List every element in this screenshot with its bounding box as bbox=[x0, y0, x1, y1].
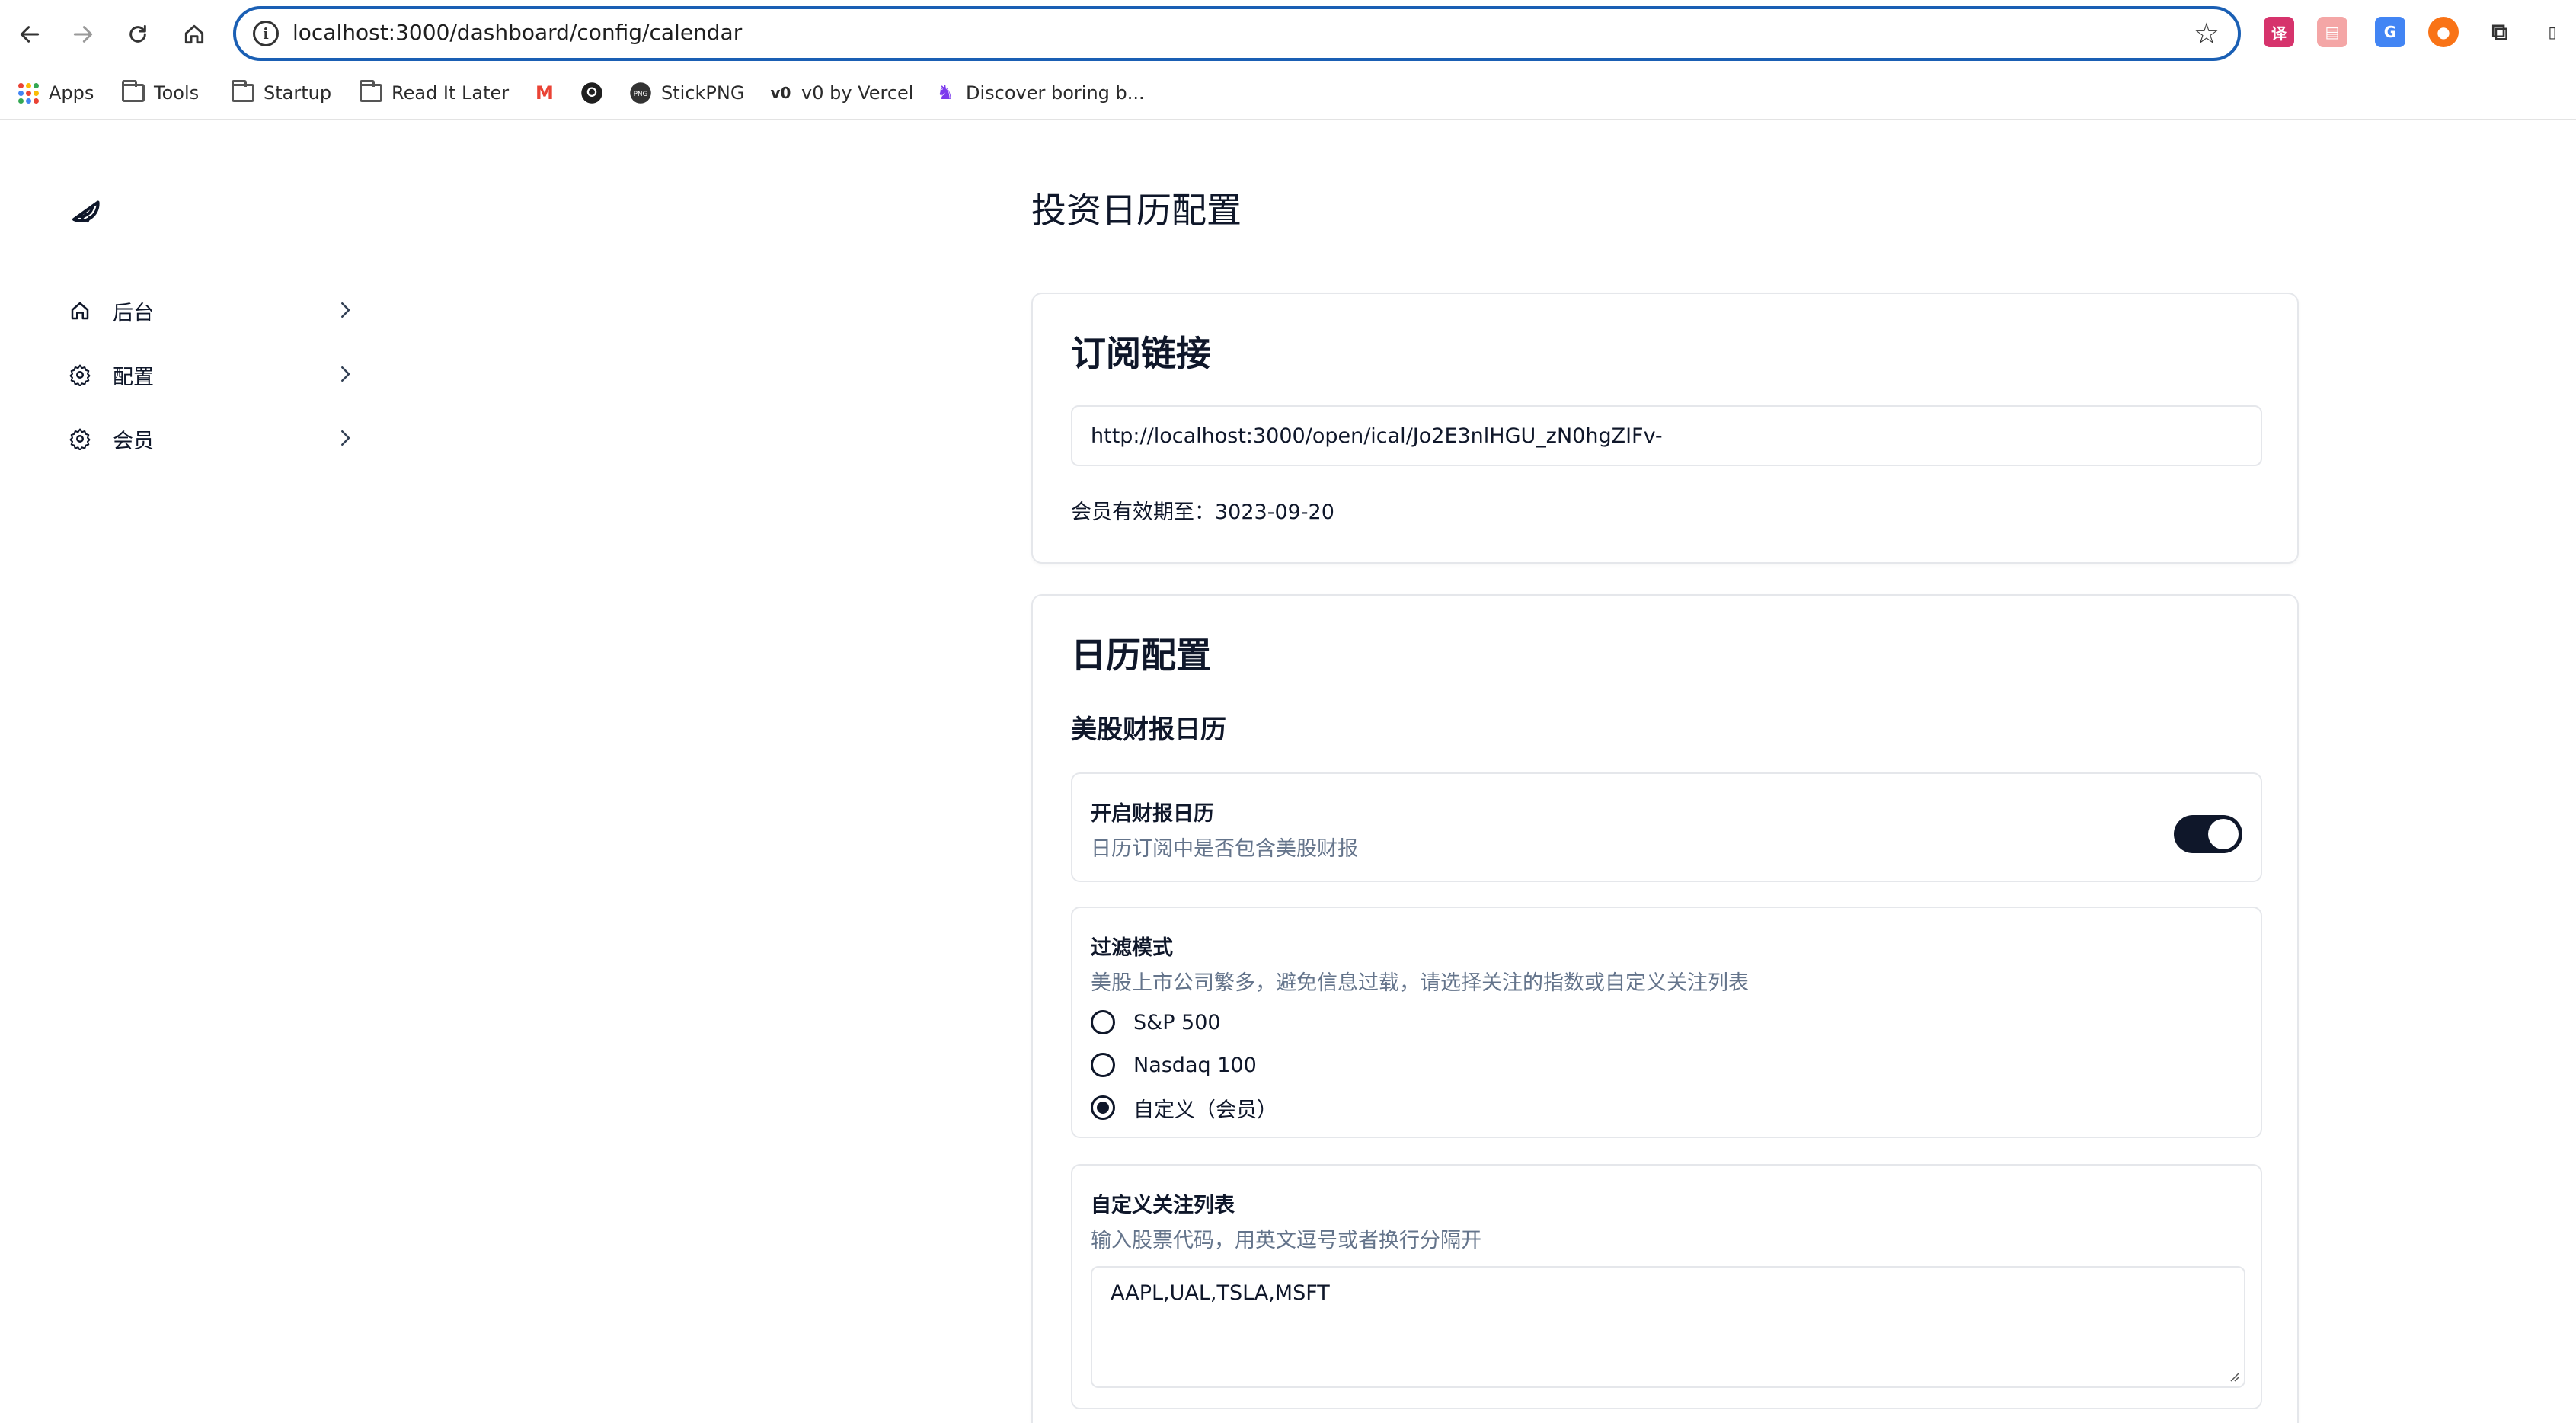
address-bar[interactable]: i localhost:3000/dashboard/config/calend… bbox=[233, 6, 2241, 61]
arrow-right-icon bbox=[73, 26, 93, 43]
v0-icon: v0 bbox=[770, 84, 791, 102]
earnings-toggle-box: 开启财报日历 日历订阅中是否包含美股财报 bbox=[1071, 772, 2262, 882]
us-earnings-section-title: 美股财报日历 bbox=[1071, 715, 1226, 745]
bookmark-discover-boring[interactable]: ♞ Discover boring b... bbox=[934, 76, 1145, 110]
bookmark-label: StickPNG bbox=[661, 82, 745, 104]
sidebar-item-dashboard[interactable]: 后台 bbox=[67, 288, 364, 334]
radio-button[interactable] bbox=[1091, 1010, 1115, 1034]
bookmark-stickpng[interactable]: PNG StickPNG bbox=[629, 76, 744, 110]
address-url[interactable]: localhost:3000/dashboard/config/calendar bbox=[292, 20, 742, 45]
earnings-toggle-description: 日历订阅中是否包含美股财报 bbox=[1091, 837, 1358, 861]
bookmark-label: Apps bbox=[49, 82, 94, 104]
subscription-card: 订阅链接 http://localhost:3000/open/ical/Jo2… bbox=[1031, 293, 2299, 564]
site-info-icon[interactable]: i bbox=[253, 21, 279, 46]
gmail-icon: M bbox=[535, 82, 554, 104]
home-icon bbox=[67, 298, 93, 324]
back-button[interactable] bbox=[11, 15, 49, 53]
folder-icon bbox=[122, 80, 145, 102]
switch-knob bbox=[2208, 819, 2239, 849]
chevron-right-icon bbox=[341, 430, 350, 446]
forward-button[interactable] bbox=[64, 15, 102, 53]
bookmark-startup[interactable]: Startup bbox=[232, 76, 331, 110]
radio-label: S&P 500 bbox=[1133, 1010, 1221, 1034]
bookmark-star-icon[interactable]: ☆ bbox=[2194, 18, 2220, 49]
arrow-left-icon bbox=[20, 26, 40, 43]
stickpng-icon: PNG bbox=[629, 82, 652, 104]
calendar-config-card: 日历配置 美股财报日历 开启财报日历 日历订阅中是否包含美股财报 过滤模式 美股… bbox=[1031, 594, 2299, 1423]
google-translate-icon[interactable]: G bbox=[2375, 17, 2405, 47]
svg-text:PNG: PNG bbox=[634, 91, 648, 98]
watchlist-value: AAPL,UAL,TSLA,MSFT bbox=[1111, 1281, 1330, 1305]
page-title: 投资日历配置 bbox=[1031, 190, 1242, 231]
browser-toolbar: i localhost:3000/dashboard/config/calend… bbox=[0, 0, 2576, 67]
bookmark-label: Read It Later bbox=[392, 82, 510, 104]
earnings-toggle-switch[interactable] bbox=[2174, 815, 2242, 853]
home-icon bbox=[184, 24, 204, 44]
apps-grid-icon bbox=[17, 82, 40, 104]
radio-option-nasdaq100[interactable]: Nasdaq 100 bbox=[1091, 1050, 1257, 1080]
bookmark-read-it-later[interactable]: Read It Later bbox=[360, 76, 509, 110]
radio-option-custom[interactable]: 自定义（会员） bbox=[1091, 1092, 1277, 1123]
bookmark-apps[interactable]: Apps bbox=[17, 76, 94, 110]
gear-icon bbox=[67, 362, 93, 388]
chevron-right-icon bbox=[341, 302, 350, 318]
bookmarks-bar: Apps Tools Startup Read It Later M PNG S… bbox=[0, 67, 2576, 120]
membership-expiry-text: 会员有效期至：3023-09-20 bbox=[1071, 500, 1334, 524]
radio-button-selected[interactable] bbox=[1091, 1095, 1115, 1120]
radio-button[interactable] bbox=[1091, 1053, 1115, 1077]
sidebar-item-label: 配置 bbox=[113, 365, 154, 389]
radio-label: Nasdaq 100 bbox=[1133, 1053, 1257, 1077]
earnings-toggle-title: 开启财报日历 bbox=[1091, 802, 1214, 826]
custom-watchlist-box: 自定义关注列表 输入股票代码，用英文逗号或者换行分隔开 AAPL,UAL,TSL… bbox=[1071, 1164, 2262, 1409]
boring-icon: ♞ bbox=[936, 82, 954, 104]
filter-mode-description: 美股上市公司繁多，避免信息过载，请选择关注的指数或自定义关注列表 bbox=[1091, 971, 1749, 995]
sidebar-item-label: 后台 bbox=[113, 301, 154, 325]
chevron-right-icon bbox=[341, 366, 350, 382]
custom-watchlist-title: 自定义关注列表 bbox=[1091, 1194, 1235, 1217]
app-logo-icon[interactable] bbox=[67, 192, 108, 233]
bookmark-label: Discover boring b... bbox=[966, 82, 1145, 104]
filter-mode-title: 过滤模式 bbox=[1091, 936, 1173, 960]
extension-orange-icon[interactable]: ● bbox=[2428, 17, 2459, 47]
bookmark-label: Startup bbox=[264, 82, 332, 104]
bookmark-v0[interactable]: v0 v0 by Vercel bbox=[769, 76, 914, 110]
reload-button[interactable] bbox=[119, 15, 157, 53]
extension-notebook-icon[interactable]: ▤ bbox=[2317, 17, 2347, 47]
extensions-puzzle-icon[interactable]: ⧉ bbox=[2485, 17, 2515, 47]
side-panel-icon[interactable]: ▯ bbox=[2541, 17, 2564, 47]
custom-watchlist-description: 输入股票代码，用英文逗号或者换行分隔开 bbox=[1091, 1229, 1481, 1252]
sidebar-item-config[interactable]: 配置 bbox=[67, 352, 364, 398]
bookmark-gmail[interactable]: M bbox=[533, 76, 556, 110]
sidebar-item-membership[interactable]: 会员 bbox=[67, 416, 364, 462]
folder-icon bbox=[360, 80, 382, 102]
bookmark-label: v0 by Vercel bbox=[801, 82, 914, 104]
custom-watchlist-textarea[interactable]: AAPL,UAL,TSLA,MSFT bbox=[1091, 1266, 2245, 1388]
home-button[interactable] bbox=[175, 15, 213, 53]
sidebar-item-label: 会员 bbox=[113, 429, 154, 453]
calendar-config-title: 日历配置 bbox=[1071, 635, 1211, 676]
subscription-title: 订阅链接 bbox=[1071, 333, 1211, 374]
bookmark-label: Tools bbox=[154, 82, 200, 104]
extension-translate-icon[interactable]: 译 bbox=[2264, 17, 2294, 47]
folder-icon bbox=[232, 80, 254, 102]
radio-label: 自定义（会员） bbox=[1133, 1098, 1277, 1122]
gear-icon bbox=[67, 426, 93, 452]
resize-grip-icon[interactable] bbox=[2229, 1371, 2239, 1382]
subscription-link-input[interactable]: http://localhost:3000/open/ical/Jo2E3nlH… bbox=[1071, 405, 2262, 466]
bookmark-tools[interactable]: Tools bbox=[122, 76, 199, 110]
filter-mode-box: 过滤模式 美股上市公司繁多，避免信息过载，请选择关注的指数或自定义关注列表 S&… bbox=[1071, 907, 2262, 1138]
radio-option-sp500[interactable]: S&P 500 bbox=[1091, 1007, 1221, 1038]
reload-icon bbox=[129, 24, 146, 43]
github-icon bbox=[580, 82, 603, 104]
bookmark-github[interactable] bbox=[580, 76, 603, 110]
